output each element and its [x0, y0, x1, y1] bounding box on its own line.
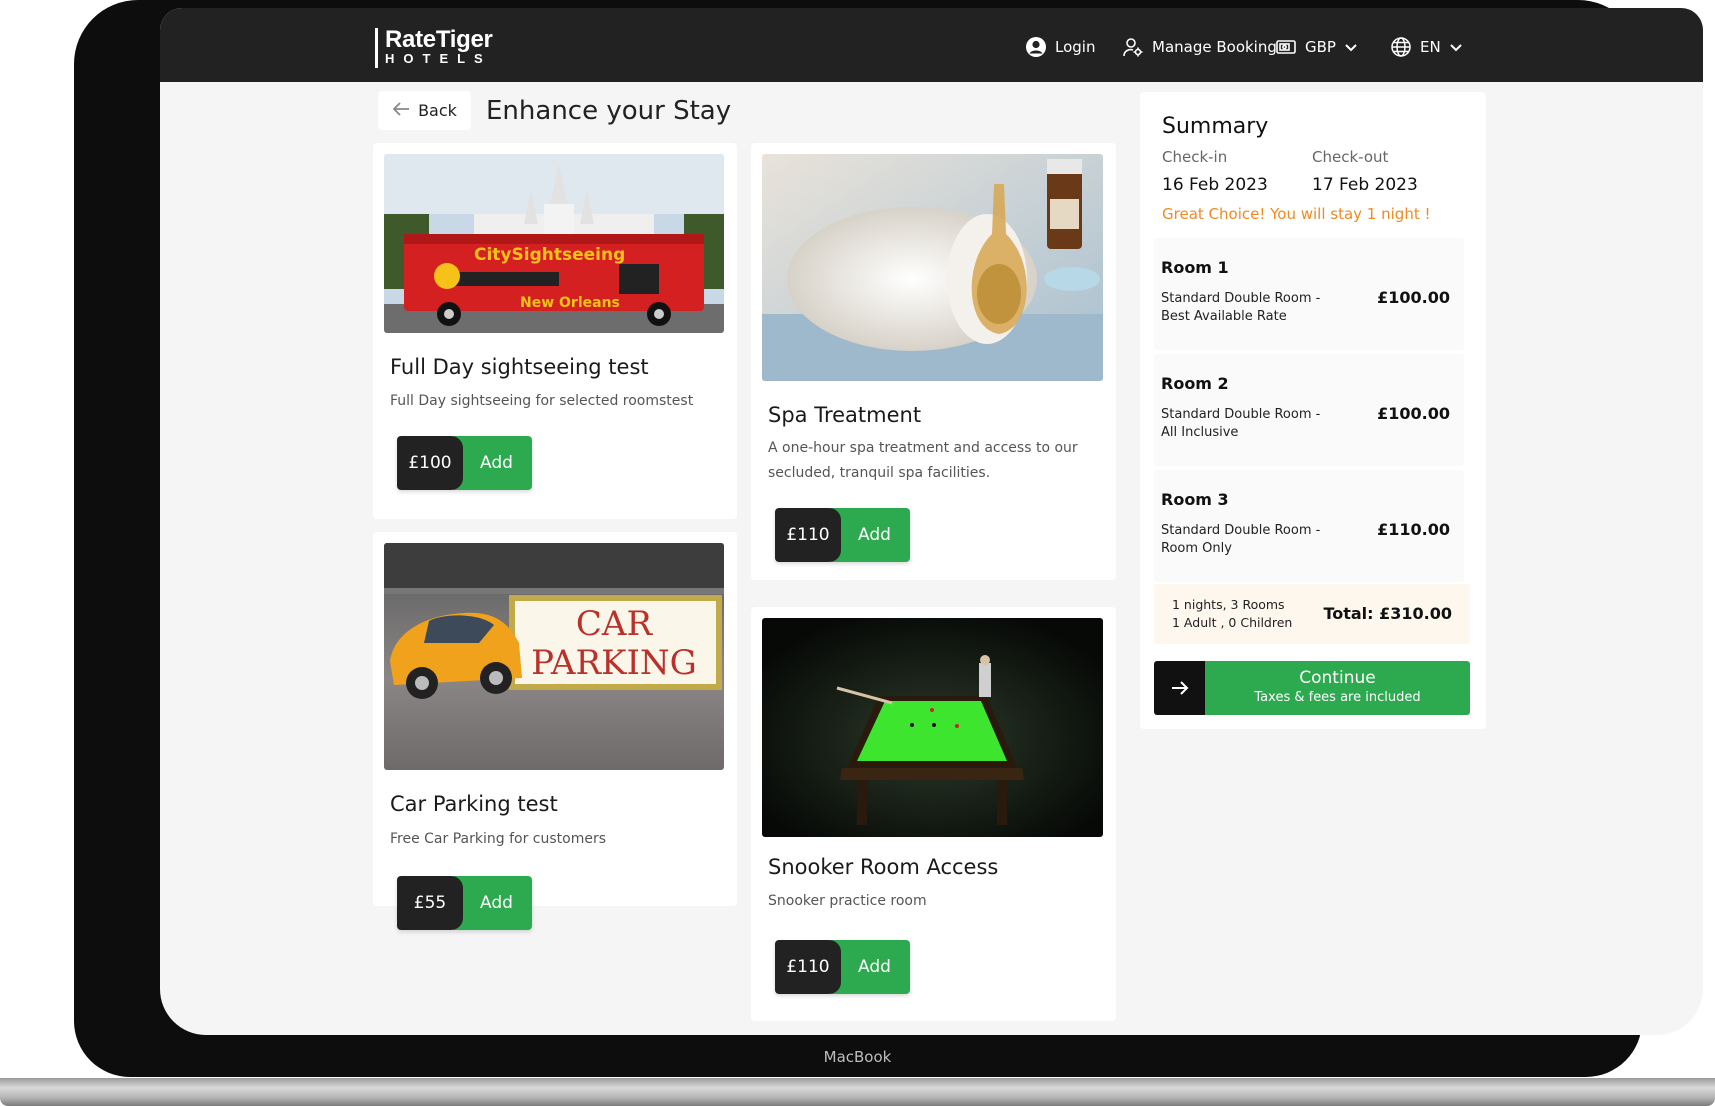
- add-extra-button[interactable]: £110 Add: [775, 940, 910, 994]
- user-settings-icon: [1122, 36, 1144, 58]
- language-label: EN: [1420, 38, 1441, 56]
- login-link[interactable]: Login: [1025, 36, 1095, 58]
- continue-label: Continue: [1299, 668, 1376, 688]
- room-name: Room 1: [1161, 258, 1229, 277]
- room-desc-line2: Room Only: [1161, 541, 1232, 556]
- screen: RateTiger HOTELS Login Manage Booking GB…: [160, 8, 1703, 1035]
- nights-rooms-text: 1 nights, 3 Rooms: [1172, 597, 1285, 612]
- continue-text: Continue Taxes & fees are included: [1205, 661, 1470, 715]
- room-name: Room 2: [1161, 374, 1229, 393]
- page-title: Enhance your Stay: [486, 96, 732, 126]
- continue-button[interactable]: Continue Taxes & fees are included: [1154, 661, 1470, 715]
- top-header: RateTiger HOTELS Login Manage Booking GB…: [160, 8, 1703, 82]
- bus-text-city: CitySightseeing: [474, 245, 625, 265]
- extra-title: Car Parking test: [390, 792, 558, 816]
- extra-title: Snooker Room Access: [768, 855, 999, 879]
- extra-card-snooker: Snooker Room Access Snooker practice roo…: [751, 607, 1116, 1021]
- extra-card-parking: CAR PARKING Car Parking test Free Car Pa…: [373, 532, 737, 930]
- back-button[interactable]: Back: [378, 91, 471, 130]
- extra-price: £100: [397, 436, 463, 490]
- extra-price: £110: [775, 508, 841, 562]
- room-desc-line2: All Inclusive: [1161, 425, 1239, 440]
- room-desc-line1: Standard Double Room -: [1161, 291, 1321, 306]
- booking-summary: Summary Check-in Check-out 16 Feb 2023 1…: [1140, 92, 1486, 729]
- room-desc: Standard Double Room - Room Only: [1161, 522, 1320, 558]
- total-price: Total: £310.00: [1323, 604, 1452, 623]
- laptop-bezel: RateTiger HOTELS Login Manage Booking GB…: [74, 0, 1703, 1077]
- chevron-down-icon: [1449, 40, 1463, 54]
- sign-text-parking: PARKING: [531, 643, 697, 683]
- car-parking-image: CAR PARKING: [384, 543, 724, 770]
- back-label: Back: [418, 101, 457, 120]
- ratetiger-logo[interactable]: RateTiger HOTELS: [375, 28, 493, 68]
- spa-towel-image: [762, 154, 1103, 381]
- summary-title: Summary: [1162, 114, 1269, 139]
- room-desc: Standard Double Room - All Inclusive: [1161, 406, 1320, 442]
- add-label: Add: [831, 940, 910, 994]
- room-desc-line2: Best Available Rate: [1161, 309, 1287, 324]
- currency-label: GBP: [1305, 38, 1336, 56]
- manage-booking-link[interactable]: Manage Booking: [1122, 36, 1277, 58]
- add-extra-button[interactable]: £55 Add: [397, 876, 532, 930]
- globe-icon: [1390, 36, 1412, 58]
- extra-desc: A one-hour spa treatment and access to o…: [768, 440, 1078, 481]
- room-desc-line1: Standard Double Room -: [1161, 407, 1321, 422]
- room-name: Room 3: [1161, 490, 1229, 509]
- currency-selector[interactable]: GBP: [1275, 36, 1358, 58]
- checkin-label: Check-in: [1162, 148, 1228, 166]
- extra-desc: Free Car Parking for customers: [390, 831, 606, 847]
- device-label: MacBook: [823, 1048, 892, 1066]
- stay-note: Great Choice! You will stay 1 night !: [1162, 205, 1431, 223]
- logo-line1: RateTiger: [385, 26, 493, 53]
- room-desc: Standard Double Room - Best Available Ra…: [1161, 290, 1320, 326]
- chevron-down-icon: [1344, 40, 1358, 54]
- logo-line2: HOTELS: [385, 51, 492, 66]
- login-label: Login: [1055, 38, 1096, 56]
- guests-text: 1 Adult , 0 Children: [1172, 615, 1293, 630]
- room-summary-item: Room 1 Standard Double Room - Best Avail…: [1154, 238, 1464, 350]
- continue-subtext: Taxes & fees are included: [1254, 690, 1421, 705]
- manage-booking-label: Manage Booking: [1152, 38, 1277, 56]
- checkin-date: 16 Feb 2023: [1162, 175, 1268, 195]
- add-label: Add: [453, 436, 532, 490]
- extra-desc: Snooker practice room: [768, 893, 927, 909]
- extra-price: £110: [775, 940, 841, 994]
- checkout-label: Check-out: [1312, 148, 1389, 166]
- arrow-right-icon: [1154, 661, 1205, 715]
- add-label: Add: [831, 508, 910, 562]
- add-label: Add: [453, 876, 532, 930]
- extra-card-sightseeing: CitySightseeing New Orleans Full Day sig…: [373, 143, 737, 519]
- snooker-table-image: [762, 618, 1103, 837]
- room-desc-line1: Standard Double Room -: [1161, 523, 1321, 538]
- totals-details: 1 nights, 3 Rooms 1 Adult , 0 Children: [1172, 596, 1292, 632]
- add-extra-button[interactable]: £110 Add: [775, 508, 910, 562]
- money-icon: [1275, 36, 1297, 58]
- user-circle-icon: [1025, 36, 1047, 58]
- extra-card-spa: Spa Treatment A one-hour spa treatment a…: [751, 143, 1116, 580]
- bus-text-city2: New Orleans: [520, 295, 620, 311]
- room-summary-item: Room 3 Standard Double Room - Room Only …: [1154, 470, 1464, 582]
- laptop-base: [0, 1078, 1715, 1106]
- extra-price: £55: [397, 876, 463, 930]
- totals-bar: 1 nights, 3 Rooms 1 Adult , 0 Children T…: [1154, 584, 1470, 644]
- extra-title: Spa Treatment: [768, 403, 922, 427]
- room-price: £100.00: [1377, 404, 1450, 423]
- room-summary-item: Room 2 Standard Double Room - All Inclus…: [1154, 354, 1464, 466]
- sightseeing-bus-image: CitySightseeing New Orleans: [384, 154, 724, 333]
- room-price: £110.00: [1377, 520, 1450, 539]
- extra-title: Full Day sightseeing test: [390, 355, 649, 379]
- sign-text-car: CAR: [576, 604, 654, 644]
- arrow-left-icon: [392, 101, 410, 121]
- language-selector[interactable]: EN: [1390, 36, 1463, 58]
- extra-desc: Full Day sightseeing for selected roomst…: [390, 393, 694, 409]
- add-extra-button[interactable]: £100 Add: [397, 436, 532, 490]
- room-price: £100.00: [1377, 288, 1450, 307]
- checkout-date: 17 Feb 2023: [1312, 175, 1418, 195]
